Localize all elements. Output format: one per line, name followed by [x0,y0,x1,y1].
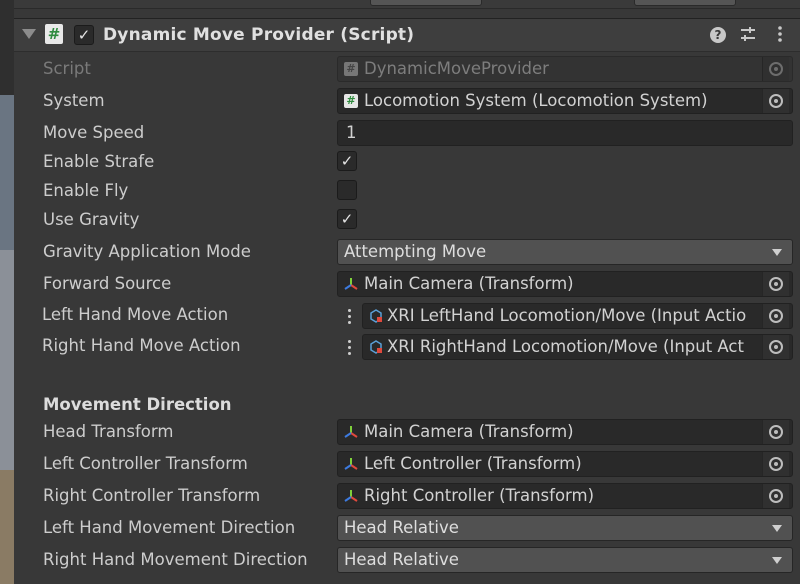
use-gravity-checkbox[interactable]: ✓ [337,209,357,229]
inspector-panel: # ✓ Dynamic Move Provider (Script) ? Scr… [14,0,800,584]
enable-strafe-checkbox[interactable]: ✓ [337,151,357,171]
right-direction-dropdown[interactable]: Head Relative [337,547,793,573]
previous-component-button-2[interactable] [634,0,736,6]
left-move-action-value: XRI LeftHand Locomotion/Move (Input Acti… [387,306,747,325]
head-transform-value: Main Camera (Transform) [364,422,574,441]
left-direction-label: Left Hand Movement Direction [43,518,296,537]
left-move-action-field[interactable]: XRI LeftHand Locomotion/Move (Input Acti… [362,303,793,329]
object-picker-icon[interactable] [762,452,789,476]
input-action-icon [370,309,382,323]
component-header[interactable]: # ✓ Dynamic Move Provider (Script) ? [14,18,800,52]
preset-sliders-icon[interactable] [739,26,757,46]
right-controller-field[interactable]: Right Controller (Transform) [337,483,793,509]
object-picker-icon [762,57,789,81]
system-field[interactable]: # Locomotion System (Locomotion System) [337,88,793,114]
object-picker-icon[interactable] [762,335,789,359]
action-menu-kebab-icon[interactable] [348,306,352,327]
dropdown-caret-icon [772,557,782,564]
script-label: Script [43,59,91,78]
right-move-action-label: Right Hand Move Action [42,336,241,355]
previous-component-edge [14,0,800,9]
script-icon: # [344,94,358,108]
foldout-arrow-icon[interactable] [22,29,36,39]
right-controller-value: Right Controller (Transform) [364,486,595,505]
help-icon[interactable]: ? [710,27,726,43]
component-enabled-checkbox[interactable]: ✓ [74,25,94,45]
enable-strafe-label: Enable Strafe [43,152,155,171]
forward-source-label: Forward Source [43,274,172,293]
movement-direction-heading: Movement Direction [43,395,232,414]
transform-icon [344,426,358,438]
system-label: System [43,91,105,110]
script-icon: # [344,62,358,76]
input-action-icon [370,340,382,354]
forward-source-field[interactable]: Main Camera (Transform) [337,271,793,297]
right-direction-label: Right Hand Movement Direction [43,550,308,569]
object-picker-icon[interactable] [762,484,789,508]
left-controller-field[interactable]: Left Controller (Transform) [337,451,793,477]
enable-fly-checkbox[interactable] [337,180,357,200]
right-direction-value: Head Relative [344,550,459,569]
transform-icon [344,490,358,502]
gravity-mode-value: Attempting Move [344,242,487,261]
dropdown-caret-icon [772,249,782,256]
move-speed-input[interactable]: 1 [337,120,793,146]
left-controller-label: Left Controller Transform [43,454,248,473]
component-title: Dynamic Move Provider (Script) [103,25,415,45]
system-value: Locomotion System (Locomotion System) [364,91,708,110]
gravity-mode-label: Gravity Application Mode [43,242,251,261]
dropdown-caret-icon [772,525,782,532]
right-controller-label: Right Controller Transform [43,486,261,505]
enable-fly-label: Enable Fly [43,181,129,200]
script-icon: # [45,24,63,44]
right-move-action-value: XRI RightHand Locomotion/Move (Input Act [387,337,744,356]
script-field: # DynamicMoveProvider [337,56,793,82]
move-speed-value: 1 [346,123,357,142]
scene-view-strip [0,0,14,584]
move-speed-label: Move Speed [43,123,145,142]
object-picker-icon[interactable] [762,420,789,444]
script-value: DynamicMoveProvider [364,59,549,78]
kebab-menu-icon[interactable] [771,26,789,46]
use-gravity-label: Use Gravity [43,210,140,229]
object-picker-icon[interactable] [762,89,789,113]
transform-icon [344,458,358,470]
head-transform-label: Head Transform [43,422,174,441]
object-picker-icon[interactable] [762,272,789,296]
head-transform-field[interactable]: Main Camera (Transform) [337,419,793,445]
previous-component-button[interactable] [370,0,482,6]
right-move-action-field[interactable]: XRI RightHand Locomotion/Move (Input Act [362,334,793,360]
left-controller-value: Left Controller (Transform) [364,454,582,473]
gravity-mode-dropdown[interactable]: Attempting Move [337,239,793,265]
forward-source-value: Main Camera (Transform) [364,274,574,293]
left-direction-dropdown[interactable]: Head Relative [337,515,793,541]
object-picker-icon[interactable] [762,304,789,328]
left-direction-value: Head Relative [344,518,459,537]
left-move-action-label: Left Hand Move Action [42,305,229,324]
transform-icon [344,278,358,290]
action-menu-kebab-icon[interactable] [348,337,352,358]
